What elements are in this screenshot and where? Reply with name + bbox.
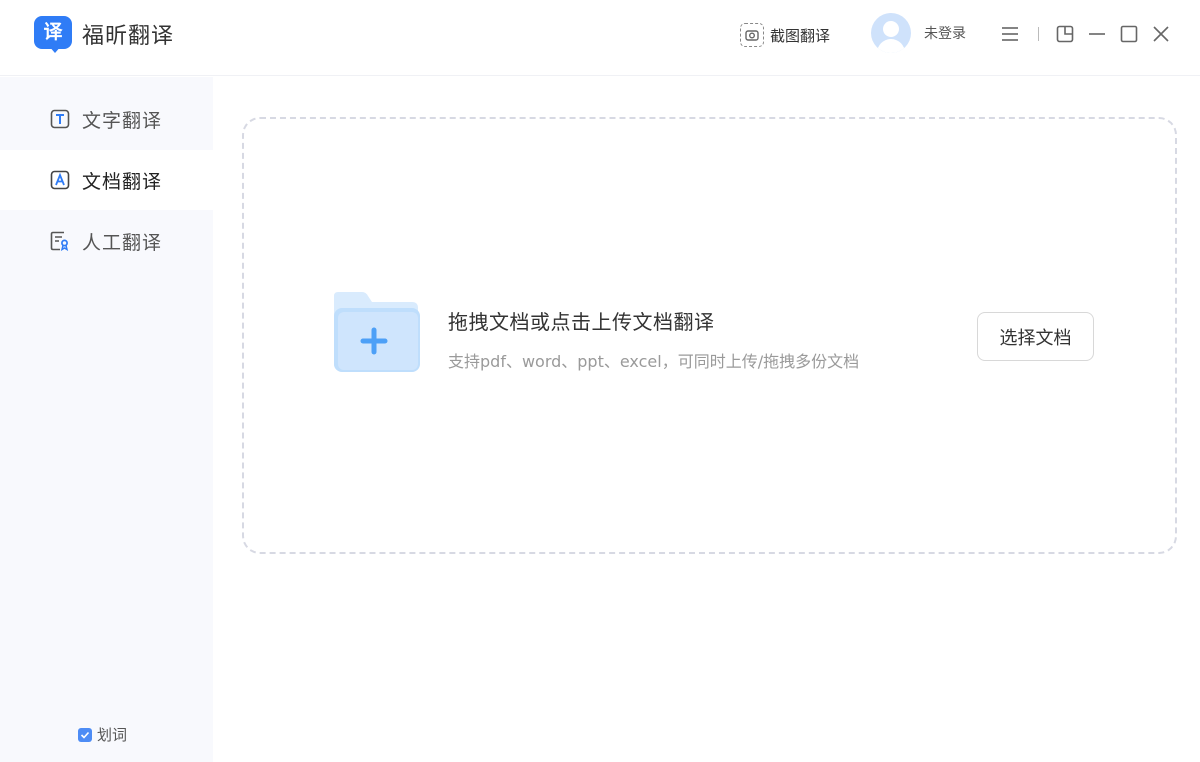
title-bar: 译 福昕翻译 截图翻译 未登录 [0, 0, 1200, 76]
folder-add-icon [328, 290, 424, 380]
user-login[interactable]: 未登录 [871, 13, 966, 53]
document-translate-icon [50, 170, 70, 190]
drop-zone-subtitle: 支持pdf、word、ppt、excel，可同时上传/拖拽多份文档 [448, 352, 860, 371]
mini-mode-icon[interactable] [1053, 22, 1077, 46]
app-logo-icon: 译 [34, 15, 74, 53]
word-pick-label: 划词 [97, 726, 128, 744]
app-name: 福昕翻译 [82, 24, 175, 49]
menu-icon[interactable] [998, 22, 1022, 46]
maximize-icon[interactable] [1117, 22, 1141, 46]
human-translate-icon [50, 231, 70, 251]
main-content: 拖拽文档或点击上传文档翻译 支持pdf、word、ppt、excel，可同时上传… [213, 77, 1200, 762]
file-drop-zone[interactable]: 拖拽文档或点击上传文档翻译 支持pdf、word、ppt、excel，可同时上传… [242, 117, 1177, 554]
sidebar-item-text-translate[interactable]: 文字翻译 [0, 89, 213, 149]
sidebar-item-human-translate[interactable]: 人工翻译 [0, 211, 213, 271]
avatar [871, 13, 911, 53]
sidebar-item-label: 人工翻译 [82, 231, 163, 254]
checkbox-checked-icon[interactable] [78, 727, 92, 742]
sidebar-item-label: 文档翻译 [82, 170, 163, 193]
sidebar: 文字翻译 文档翻译 人工翻译 划词 [0, 77, 213, 762]
text-translate-icon [50, 109, 70, 129]
word-pick-toggle[interactable]: 划词 [78, 724, 127, 745]
user-status: 未登录 [924, 26, 966, 42]
brand: 译 福昕翻译 [34, 15, 174, 53]
screenshot-translate-label: 截图翻译 [770, 26, 831, 45]
screenshot-translate-button[interactable]: 截图翻译 [740, 22, 830, 48]
drop-zone-title: 拖拽文档或点击上传文档翻译 [448, 310, 715, 334]
app-window: 译 福昕翻译 截图翻译 未登录 文字翻译 文档翻译 人工翻译 划词 拖拽文档或点… [0, 0, 1200, 762]
close-icon[interactable] [1149, 22, 1173, 46]
minimize-icon[interactable] [1085, 22, 1109, 46]
sidebar-item-label: 文字翻译 [82, 109, 163, 132]
sidebar-item-document-translate[interactable]: 文档翻译 [0, 150, 213, 210]
window-controls [998, 22, 1173, 46]
choose-document-button[interactable]: 选择文档 [977, 312, 1094, 361]
camera-icon [740, 23, 764, 47]
